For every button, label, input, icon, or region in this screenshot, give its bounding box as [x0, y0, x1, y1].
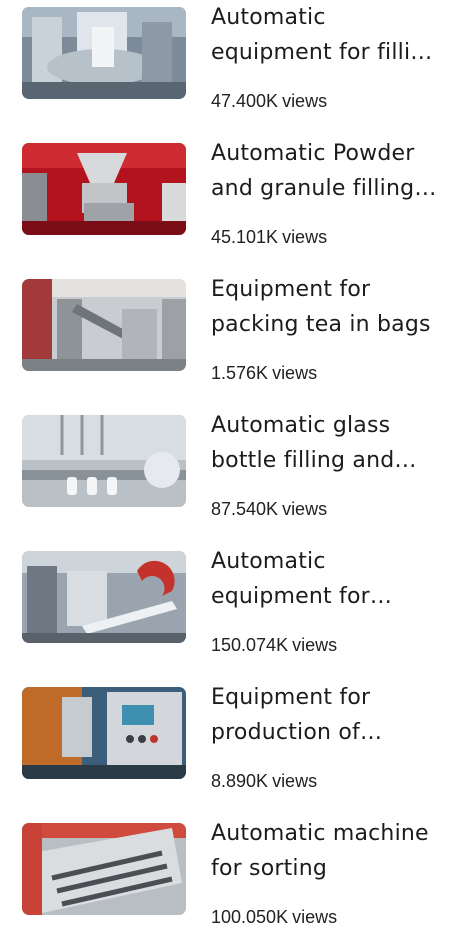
video-thumbnail[interactable]	[22, 279, 186, 371]
view-count-label: views	[292, 907, 338, 927]
video-title[interactable]: Automatic glass bottle filling and cappi…	[211, 408, 443, 478]
video-item[interactable]: Automatic glass bottle filling and cappi…	[0, 408, 452, 544]
view-count: 1.576K views	[211, 361, 317, 385]
video-item[interactable]: Automatic equipment for filling capsules…	[0, 0, 452, 136]
video-item[interactable]: Automatic Powder and granule filling mac…	[0, 136, 452, 272]
view-count: 87.540K views	[211, 497, 327, 521]
video-item[interactable]: Equipment for packing tea in bags 1.576K…	[0, 272, 452, 408]
video-item[interactable]: Equipment for production of tablets 8.89…	[0, 680, 452, 816]
video-thumbnail[interactable]	[22, 687, 186, 779]
view-count-label: views	[282, 91, 328, 111]
view-count-value: 47.400K	[211, 91, 279, 111]
video-title[interactable]: Automatic equipment for filling capsules	[211, 0, 443, 70]
view-count-label: views	[272, 363, 318, 383]
video-thumbnail[interactable]	[22, 7, 186, 99]
view-count-label: views	[292, 635, 338, 655]
video-item[interactable]: Automatic machine for sorting 100.050K vi…	[0, 816, 452, 952]
sorting-machine-thumbnail	[22, 823, 186, 915]
view-count: 150.074K views	[211, 633, 337, 657]
view-count-value: 87.540K	[211, 499, 279, 519]
view-count-label: views	[282, 499, 328, 519]
tea-packing-machine-thumbnail	[22, 279, 186, 371]
video-thumbnail[interactable]	[22, 823, 186, 915]
bottle-filling-line-thumbnail	[22, 415, 186, 507]
view-count: 45.101K views	[211, 225, 327, 249]
video-title[interactable]: Automatic machine for sorting	[211, 816, 443, 886]
video-title[interactable]: Equipment for packing tea in bags	[211, 272, 443, 342]
view-count-value: 1.576K	[211, 363, 269, 383]
video-thumbnail[interactable]	[22, 415, 186, 507]
view-count-value: 100.050K	[211, 907, 289, 927]
video-title[interactable]: Automatic equipment for packaging	[211, 544, 443, 614]
powder-filling-machine-thumbnail	[22, 143, 186, 235]
video-thumbnail[interactable]	[22, 143, 186, 235]
tablet-press-thumbnail	[22, 687, 186, 779]
view-count: 47.400K views	[211, 89, 327, 113]
video-title[interactable]: Automatic Powder and granule filling mac…	[211, 136, 443, 206]
video-list: Automatic equipment for filling capsules…	[0, 0, 452, 927]
packaging-machine-thumbnail	[22, 551, 186, 643]
view-count-label: views	[272, 771, 318, 791]
view-count-value: 45.101K	[211, 227, 279, 247]
view-count: 8.890K views	[211, 769, 317, 793]
video-title[interactable]: Equipment for production of tablets	[211, 680, 443, 750]
view-count: 100.050K views	[211, 905, 337, 929]
view-count-label: views	[282, 227, 328, 247]
capsule-filling-machine-thumbnail	[22, 7, 186, 99]
view-count-value: 150.074K	[211, 635, 289, 655]
view-count-value: 8.890K	[211, 771, 269, 791]
video-thumbnail[interactable]	[22, 551, 186, 643]
video-item[interactable]: Automatic equipment for packaging 150.07…	[0, 544, 452, 680]
